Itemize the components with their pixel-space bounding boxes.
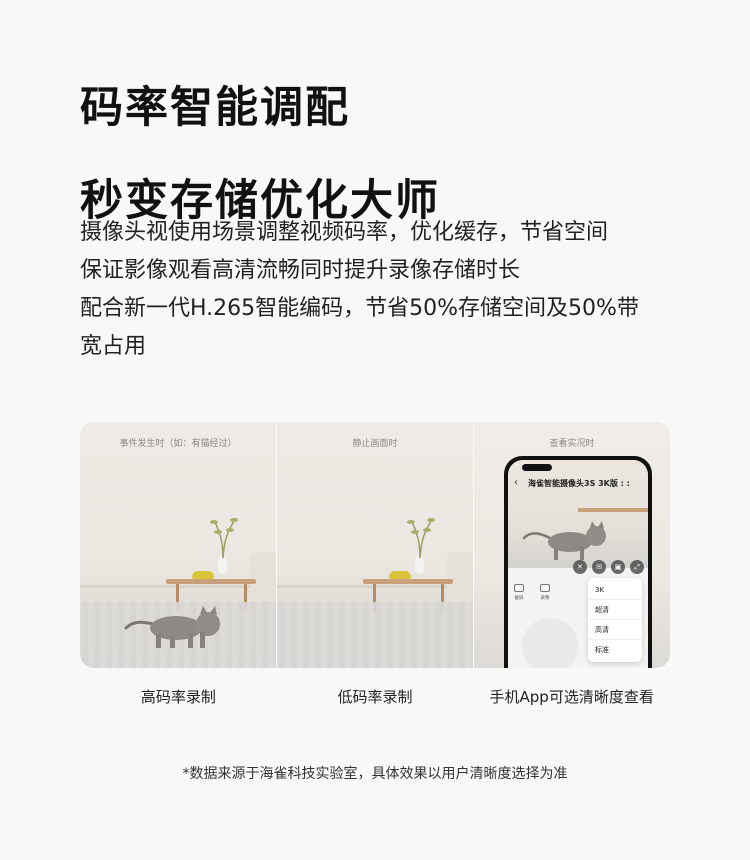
fullscreen-icon[interactable]: ⤢ bbox=[630, 560, 644, 574]
record-button[interactable]: 录像 bbox=[540, 584, 550, 601]
quality-option-ultra[interactable]: 超清 bbox=[588, 600, 642, 620]
screenshot-icon bbox=[514, 584, 524, 592]
fruit-image bbox=[389, 571, 411, 579]
panel-label: 低码率录制 bbox=[337, 688, 413, 706]
screenshot-button[interactable]: 截屏 bbox=[514, 584, 524, 601]
side-table-image bbox=[166, 579, 256, 584]
panel-low-bitrate: 静止画面时 bbox=[276, 422, 473, 668]
fruit-image bbox=[192, 571, 214, 579]
quality-option-standard[interactable]: 标准 bbox=[588, 640, 642, 660]
description-line: 保证影像观看高清流畅同时提升录像存储时长 bbox=[80, 258, 521, 283]
app-title: 海雀智能摄像头3S 3K版 : : bbox=[528, 479, 630, 488]
live-video bbox=[508, 460, 648, 568]
quality-option-3k[interactable]: 3K bbox=[588, 580, 642, 600]
ptz-joystick[interactable] bbox=[522, 618, 578, 668]
panel-label: 手机App可选清晰度查看 bbox=[489, 688, 654, 706]
mute-icon[interactable]: ✕ bbox=[573, 560, 587, 574]
camera-cutout bbox=[522, 464, 552, 471]
description-line: 宽占用 bbox=[80, 334, 147, 359]
vase-image bbox=[415, 556, 424, 574]
side-table-image bbox=[363, 579, 453, 584]
phone-mockup: ‹ 海雀智能摄像头3S 3K版 : : ✕ ✉ ▣ ⤢ 截屏 录像 3K 超清 … bbox=[504, 456, 652, 668]
description-line: 配合新一代H.265智能编码，节省50%存储空间及50%带 bbox=[80, 296, 639, 321]
headline-line-1: 码率智能调配 bbox=[80, 83, 350, 133]
tool-row: 截屏 录像 bbox=[514, 584, 550, 601]
rug-image bbox=[277, 602, 473, 668]
video-controls: ✕ ✉ ▣ ⤢ bbox=[508, 556, 648, 578]
quality-option-high[interactable]: 高清 bbox=[588, 620, 642, 640]
panel-caption: 事件发生时（如：有猫经过） bbox=[119, 439, 237, 449]
quality-menu: 3K 超清 高清 标准 bbox=[588, 578, 642, 662]
panel-labels: 高码率录制 低码率录制 手机App可选清晰度查看 bbox=[80, 686, 670, 707]
footnote: *数据来源于海雀科技实验室，具体效果以用户清晰度选择为准 bbox=[182, 766, 568, 782]
panel-caption: 静止画面时 bbox=[352, 439, 398, 449]
side-table-image bbox=[578, 508, 648, 512]
message-icon[interactable]: ✉ bbox=[592, 560, 606, 574]
panel-high-bitrate: 事件发生时（如：有猫经过） bbox=[80, 422, 276, 668]
plant-image bbox=[407, 517, 435, 558]
record-icon bbox=[540, 584, 550, 592]
back-arrow-icon[interactable]: ‹ bbox=[514, 477, 518, 488]
photo-icon[interactable]: ▣ bbox=[611, 560, 625, 574]
panel-live-view: 查看实况时 ‹ 海雀智能摄像头3S 3K版 : : ✕ ✉ ▣ ⤢ 截屏 录像 … bbox=[473, 422, 670, 668]
cat-image bbox=[124, 606, 220, 648]
description: 摄像头视使用场景调整视频码率，优化缓存，节省空间 保证影像观看高清流畅同时提升录… bbox=[80, 214, 700, 366]
description-line: 摄像头视使用场景调整视频码率，优化缓存，节省空间 bbox=[80, 220, 609, 245]
plant-image bbox=[210, 517, 238, 558]
phone-screen: ‹ 海雀智能摄像头3S 3K版 : : ✕ ✉ ▣ ⤢ 截屏 录像 3K 超清 … bbox=[508, 460, 648, 668]
panel-label: 高码率录制 bbox=[140, 688, 216, 706]
comparison-panels: 事件发生时（如：有猫经过） 静止画面时 查看实况时 ‹ 海雀智能摄像头3S 3K… bbox=[80, 422, 670, 668]
vase-image bbox=[218, 556, 227, 574]
panel-caption: 查看实况时 bbox=[549, 439, 595, 449]
